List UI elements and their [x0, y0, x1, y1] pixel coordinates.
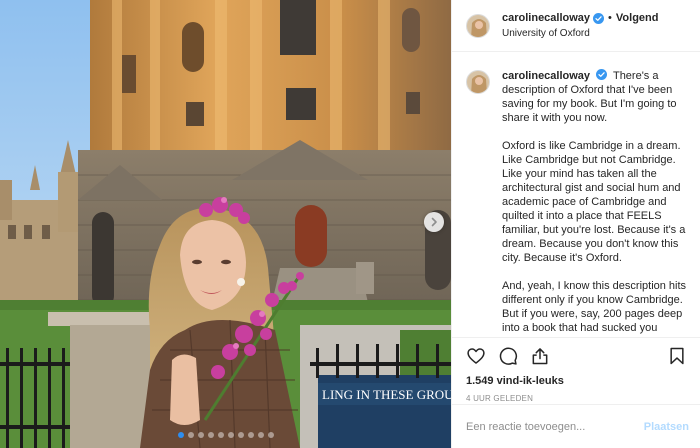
- post-timestamp[interactable]: 4 UUR GELEDEN: [466, 394, 687, 403]
- likes-count[interactable]: 1.549 vind-ik-leuks: [466, 374, 687, 388]
- header-separator: •: [608, 11, 612, 24]
- chevron-right-icon: [431, 217, 437, 227]
- carousel-dot: [237, 432, 244, 438]
- carousel-dot: [187, 432, 194, 438]
- verified-badge-icon: [593, 12, 605, 24]
- carousel-next-button[interactable]: [424, 212, 444, 232]
- post-header: carolinecalloway • Volgend University of…: [452, 0, 700, 52]
- caption-paragraph: carolinecalloway There's a description o…: [502, 69, 687, 125]
- carousel-dot: [257, 432, 264, 438]
- comment-input[interactable]: [466, 420, 636, 433]
- post-actions: 1.549 vind-ik-leuks 4 UUR GELEDEN: [452, 337, 700, 404]
- post-caption: carolinecalloway There's a description o…: [502, 69, 687, 337]
- heart-icon[interactable]: [466, 346, 486, 366]
- caption-paragraph: Oxford is like Cambridge in a dream. Lik…: [502, 140, 686, 264]
- comments-section[interactable]: carolinecalloway There's a description o…: [452, 53, 700, 337]
- post-details-panel: carolinecalloway • Volgend University of…: [451, 0, 700, 448]
- caption-paragraph: And, yeah, I know this description hits …: [502, 280, 687, 337]
- carousel-dot: [247, 432, 254, 438]
- share-icon[interactable]: [530, 346, 550, 366]
- avatar[interactable]: [466, 13, 490, 38]
- sign-text: LING IN THESE GROU: [322, 387, 451, 402]
- carousel-dot: [207, 432, 214, 438]
- profile-photo: [467, 14, 489, 37]
- bookmark-icon[interactable]: [667, 346, 687, 366]
- carousel-dot: [217, 432, 224, 438]
- post-author-username[interactable]: carolinecalloway: [502, 11, 590, 26]
- caption-avatar[interactable]: [466, 70, 490, 94]
- verified-badge-icon: [596, 69, 608, 80]
- oxford-photo-illustration: LING IN THESE GROU: [0, 0, 451, 448]
- carousel-indicator: [0, 432, 451, 438]
- caption-username[interactable]: carolinecalloway: [502, 70, 590, 82]
- post-photo[interactable]: LING IN THESE GROU: [0, 0, 451, 448]
- carousel-dot: [227, 432, 234, 438]
- post-comment-button[interactable]: Plaatsen: [644, 421, 689, 433]
- profile-photo: [467, 71, 489, 93]
- location-link[interactable]: University of Oxford: [502, 26, 658, 41]
- comment-bubble-icon[interactable]: [498, 346, 518, 366]
- carousel-dot: [197, 432, 204, 438]
- carousel-dot: [267, 432, 274, 438]
- following-button[interactable]: Volgend: [616, 11, 659, 26]
- add-comment-form: Plaatsen: [452, 404, 700, 448]
- carousel-dot: [177, 432, 184, 438]
